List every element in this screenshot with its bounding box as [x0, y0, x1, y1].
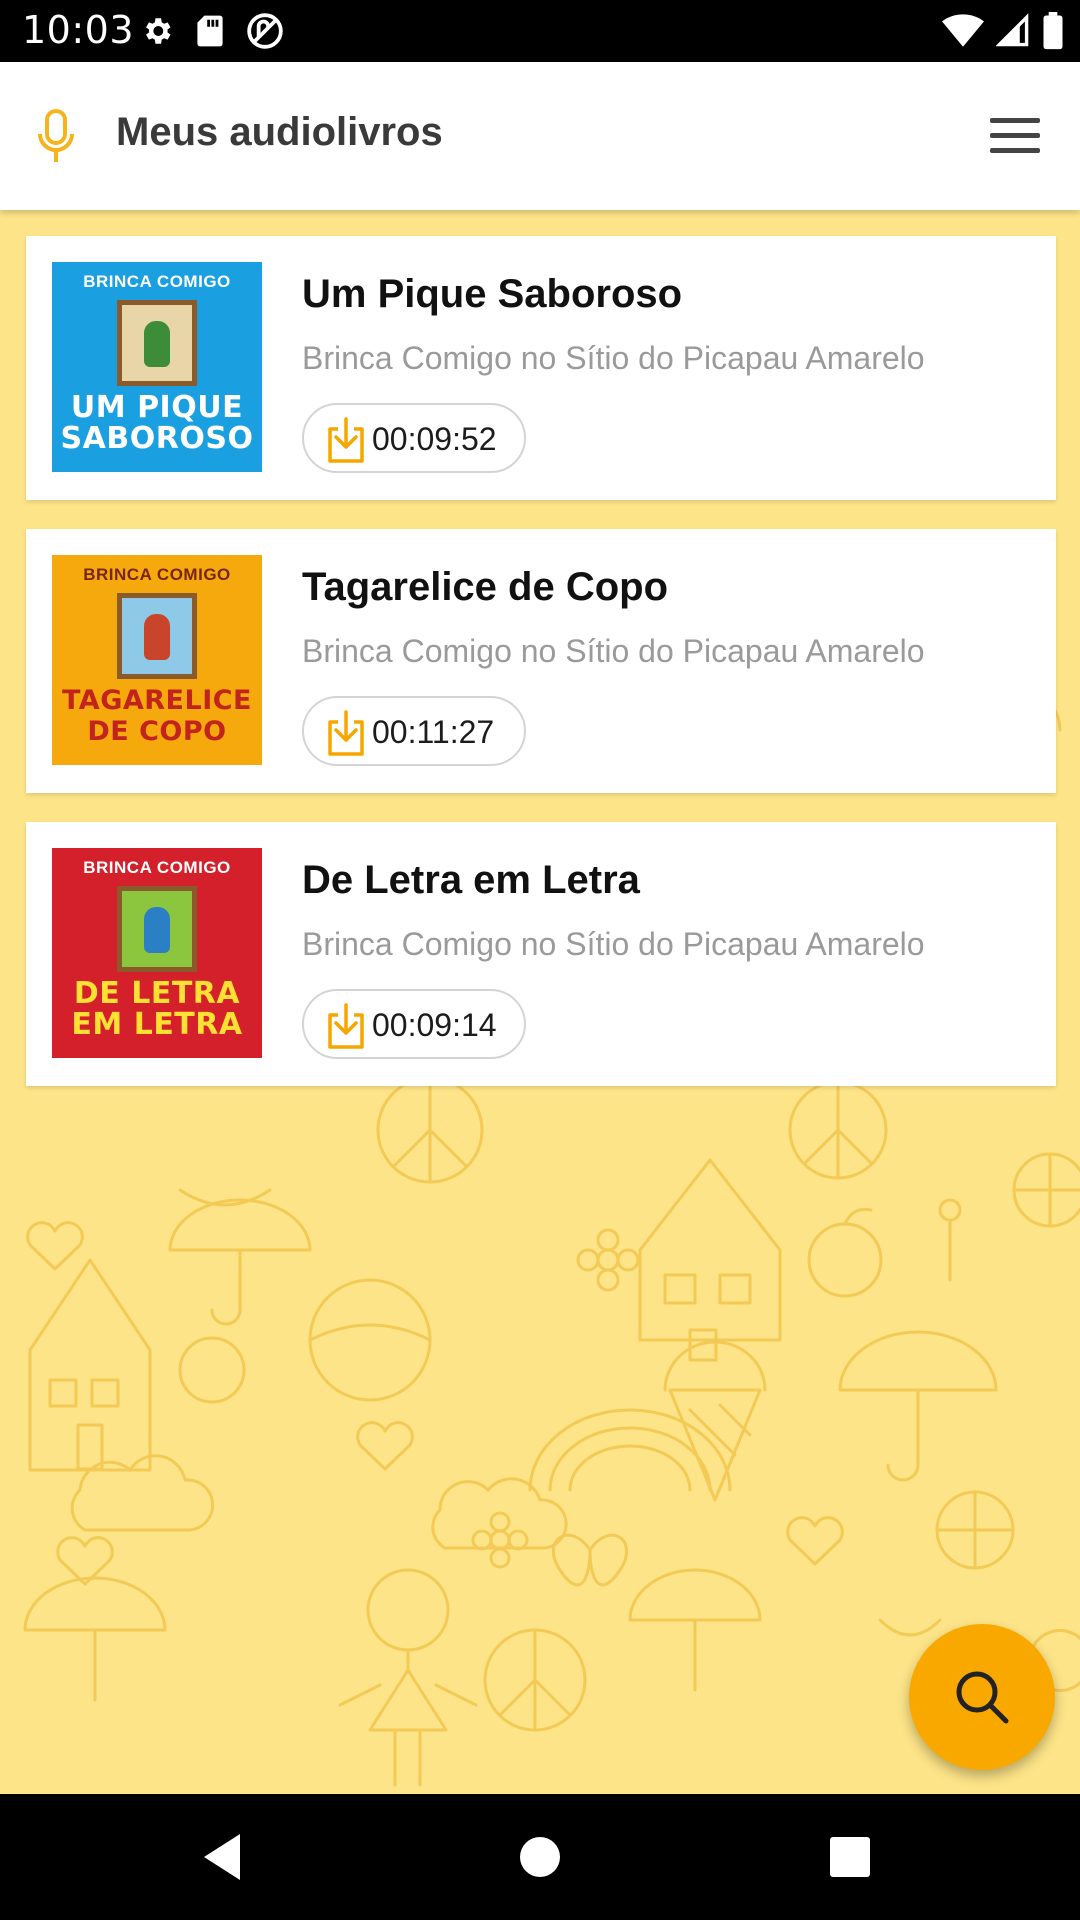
- cover-series: BRINCA COMIGO: [83, 272, 231, 291]
- audiobook-card[interactable]: BRINCA COMIGO TAGARELICE DE COPO Tagarel…: [26, 529, 1056, 793]
- duration: 00:09:52: [372, 421, 497, 457]
- home-button[interactable]: [505, 1824, 575, 1890]
- book-cover: BRINCA COMIGO DE LETRA EM LETRA: [52, 848, 262, 1058]
- microphone-icon: [38, 109, 74, 162]
- cover-title-line: DE COPO: [87, 716, 227, 747]
- gear-icon: [146, 18, 171, 44]
- cover-series: BRINCA COMIGO: [83, 858, 231, 877]
- app-bar: Meus audiolivros: [0, 62, 1080, 210]
- book-cover: BRINCA COMIGO UM PIQUE SABOROSO: [52, 262, 262, 472]
- duration: 00:09:14: [372, 1007, 497, 1043]
- navigation-bar: [0, 1794, 1080, 1920]
- hamburger-menu-icon[interactable]: [990, 118, 1040, 154]
- download-icon: [328, 710, 364, 756]
- audiobook-list: BRINCA COMIGO UM PIQUE SABOROSO Um Pique…: [0, 210, 1080, 1794]
- duration: 00:11:27: [372, 714, 495, 750]
- cover-title-line: SABOROSO: [60, 421, 254, 456]
- book-title: Um Pique Saboroso: [302, 272, 683, 316]
- book-subtitle: Brinca Comigo no Sítio do Picapau Amarel…: [302, 926, 925, 962]
- audiobook-card[interactable]: BRINCA COMIGO DE LETRA EM LETRA De Letra…: [26, 822, 1056, 1086]
- status-bar: 10:03: [0, 0, 1080, 62]
- book-subtitle: Brinca Comigo no Sítio do Picapau Amarel…: [302, 340, 925, 376]
- audiobook-card[interactable]: BRINCA COMIGO UM PIQUE SABOROSO Um Pique…: [26, 236, 1056, 500]
- search-button[interactable]: [909, 1624, 1055, 1770]
- book-cover: BRINCA COMIGO TAGARELICE DE COPO: [52, 555, 262, 765]
- page-title: Meus audiolivros: [116, 110, 443, 154]
- download-button[interactable]: 00:11:27: [302, 696, 526, 766]
- recents-button[interactable]: [815, 1824, 885, 1890]
- download-button[interactable]: 00:09:52: [302, 403, 526, 473]
- status-time: 10:03: [22, 8, 135, 52]
- back-button[interactable]: [190, 1824, 260, 1890]
- search-icon: [956, 1671, 1009, 1724]
- download-button[interactable]: 00:09:14: [302, 989, 526, 1059]
- wifi-icon: [942, 14, 984, 47]
- battery-icon: [1043, 12, 1063, 50]
- book-subtitle: Brinca Comigo no Sítio do Picapau Amarel…: [302, 633, 925, 669]
- sd-card-icon: [197, 15, 223, 47]
- back-icon: [204, 1834, 240, 1880]
- cover-title-line: EM LETRA: [71, 1007, 243, 1042]
- signal-icon: [996, 13, 1029, 47]
- book-title: Tagarelice de Copo: [302, 565, 669, 609]
- cover-series: BRINCA COMIGO: [83, 565, 231, 584]
- no-data-sync-icon: [247, 13, 283, 49]
- cover-title-line: UM PIQUE: [70, 390, 244, 425]
- cover-title-line: DE LETRA: [73, 976, 241, 1011]
- book-title: De Letra em Letra: [302, 858, 640, 902]
- cover-title-line: TAGARELICE: [61, 685, 253, 716]
- recents-icon: [830, 1837, 870, 1877]
- download-icon: [328, 417, 364, 463]
- download-icon: [328, 1003, 364, 1049]
- home-icon: [520, 1837, 560, 1877]
